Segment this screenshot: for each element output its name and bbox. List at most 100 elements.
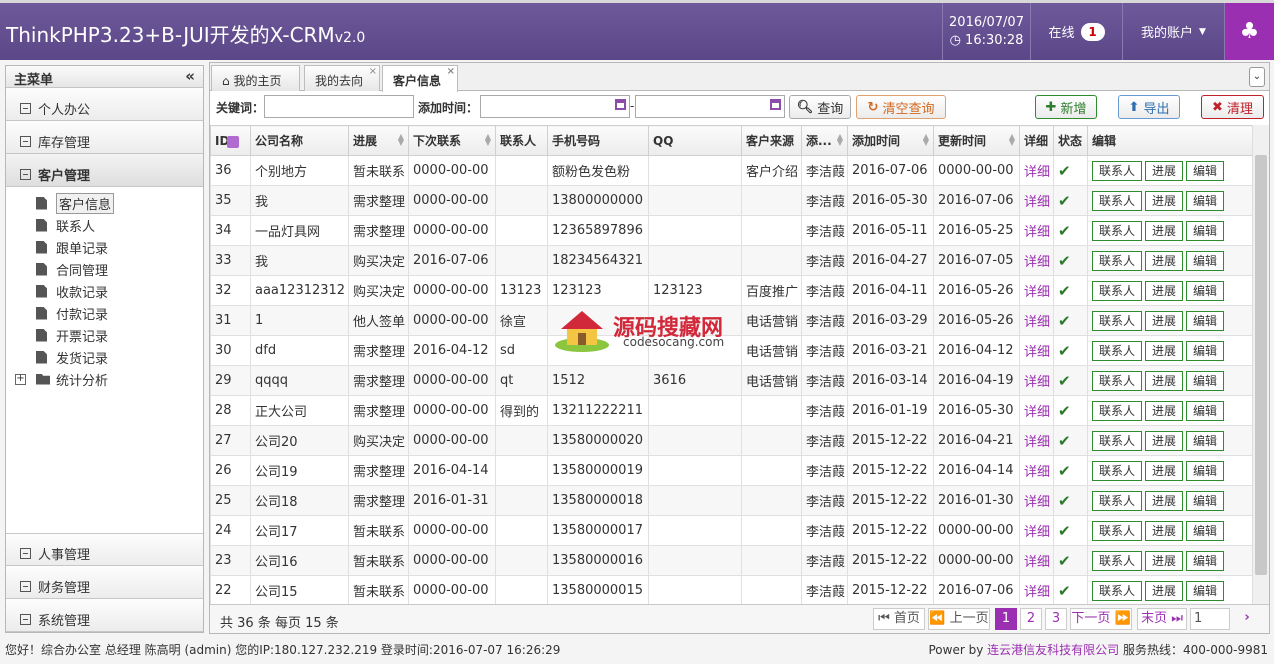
contact-button[interactable]: 联系人 [1092, 430, 1143, 451]
sort-icon[interactable]: ▲ ▼ [923, 133, 929, 147]
progress-button[interactable]: 进展 [1145, 190, 1184, 211]
col-source[interactable]: 客户来源 [741, 125, 802, 156]
edit-button[interactable]: 编辑 [1186, 190, 1225, 211]
calendar-icon[interactable] [770, 99, 781, 110]
col-next-contact[interactable]: 下次联系 ▲ ▼ [408, 125, 496, 156]
edit-button[interactable]: 编辑 [1186, 400, 1225, 421]
page-1-button[interactable]: 1 [995, 608, 1017, 630]
table-row[interactable]: 26 公司19 需求整理 2016-04-14 13580000019 李洁葭 2015-1… [210, 455, 1252, 486]
add-new-button[interactable]: ✚ 新增 [1035, 95, 1097, 119]
edit-button[interactable]: 编辑 [1186, 160, 1225, 181]
check-icon[interactable]: ✔ [1053, 275, 1088, 306]
check-icon[interactable]: ✔ [1053, 485, 1088, 516]
check-icon[interactable]: ✔ [1053, 395, 1088, 426]
col-update-time[interactable]: 更新时间 ▲ ▼ [933, 125, 1020, 156]
detail-link[interactable]: 详细 [1019, 545, 1054, 576]
scrollbar-thumb[interactable] [1255, 155, 1267, 575]
first-page-button[interactable]: ⏮ 首页 [873, 608, 925, 630]
check-icon[interactable]: ✔ [1053, 365, 1088, 396]
close-tab-icon[interactable]: × [447, 66, 455, 77]
detail-link[interactable]: 详细 [1019, 455, 1054, 486]
edit-button[interactable]: 编辑 [1186, 310, 1225, 331]
check-icon[interactable]: ✔ [1053, 305, 1088, 336]
sidebar-section-finance[interactable]: 财务管理 [6, 566, 203, 599]
table-row[interactable]: 32 aaa12312312 购买决定 0000-00-00 13123 123123 12… [210, 275, 1252, 306]
table-scrollbar[interactable] [1252, 125, 1269, 604]
tree-item-invoices[interactable]: 开票记录 [20, 324, 203, 346]
edit-button[interactable]: 编辑 [1186, 280, 1225, 301]
check-icon[interactable]: ✔ [1053, 455, 1088, 486]
progress-button[interactable]: 进展 [1145, 280, 1184, 301]
check-icon[interactable]: ✔ [1053, 575, 1088, 604]
online-users-button[interactable]: 在线 1 [1030, 3, 1122, 60]
sidebar-section-personal[interactable]: 个人办公 [6, 88, 203, 121]
expand-plus-icon[interactable]: + [15, 373, 26, 385]
contact-button[interactable]: 联系人 [1092, 370, 1143, 391]
sort-icon[interactable]: ▲ ▼ [1009, 133, 1015, 147]
detail-link[interactable]: 详细 [1019, 365, 1054, 396]
contact-button[interactable]: 联系人 [1092, 550, 1143, 571]
edit-button[interactable]: 编辑 [1186, 220, 1225, 241]
contact-button[interactable]: 联系人 [1092, 490, 1143, 511]
progress-button[interactable]: 进展 [1145, 490, 1184, 511]
contact-button[interactable]: 联系人 [1092, 400, 1143, 421]
sidebar-section-system[interactable]: 系统管理 [6, 599, 203, 632]
table-row[interactable]: 24 公司17 暂未联系 0000-00-00 13580000017 李洁葭 2015-1… [210, 515, 1252, 546]
edit-button[interactable]: 编辑 [1186, 520, 1225, 541]
detail-link[interactable]: 详细 [1019, 215, 1054, 246]
page-3-button[interactable]: 3 [1045, 608, 1067, 630]
check-icon[interactable]: ✔ [1053, 515, 1088, 546]
detail-link[interactable]: 详细 [1019, 485, 1054, 516]
table-row[interactable]: 36 个别地方 暂未联系 0000-00-00 额粉色发色粉 客户介绍 李洁葭 2016-07… [210, 155, 1252, 186]
tree-icon[interactable]: ♣ [1224, 3, 1274, 60]
tab-customer-info[interactable]: 客户信息 × [382, 65, 458, 92]
edit-button[interactable]: 编辑 [1186, 580, 1225, 601]
detail-link[interactable]: 详细 [1019, 395, 1054, 426]
table-row[interactable]: 35 我需求整理 0000-00-00 13800000000 李洁葭 2016-05-3… [210, 185, 1252, 216]
edit-button[interactable]: 编辑 [1186, 430, 1225, 451]
next-page-button[interactable]: 下一页 ⏩ [1070, 608, 1132, 630]
tree-item-customer-info[interactable]: 客户信息 [20, 192, 203, 214]
col-contact[interactable]: 联系人 [495, 125, 548, 156]
edit-button[interactable]: 编辑 [1186, 550, 1225, 571]
collapse-sidebar-icon[interactable]: « [185, 67, 195, 85]
contact-button[interactable]: 联系人 [1092, 310, 1143, 331]
progress-button[interactable]: 进展 [1145, 520, 1184, 541]
tab-whereabouts[interactable]: 我的去向 × [304, 65, 380, 91]
tabs-dropdown-icon[interactable]: ⌄ [1249, 67, 1265, 87]
col-id[interactable]: ID [210, 125, 251, 156]
sort-icon[interactable]: ▲ ▼ [837, 133, 843, 147]
detail-link[interactable]: 详细 [1019, 275, 1054, 306]
col-qq[interactable]: QQ [648, 125, 742, 156]
select-all-checkbox[interactable] [227, 136, 239, 148]
addtime-end-input[interactable] [635, 95, 785, 118]
export-button[interactable]: ⬆ 导出 [1118, 95, 1180, 119]
clear-query-button[interactable]: ↻ 清空查询 [856, 95, 946, 119]
table-row[interactable]: 30 dfd 需求整理 2016-04-12 sd 电话营销 李洁葭 2016-03-21 20… [210, 335, 1252, 366]
addtime-start-input[interactable] [480, 95, 630, 118]
progress-button[interactable]: 进展 [1145, 430, 1184, 451]
detail-link[interactable]: 详细 [1019, 245, 1054, 276]
detail-link[interactable]: 详细 [1019, 185, 1054, 216]
sidebar-section-inventory[interactable]: 库存管理 [6, 121, 203, 154]
contact-button[interactable]: 联系人 [1092, 160, 1143, 181]
sort-icon[interactable]: ▲ ▼ [398, 133, 404, 147]
tree-item-shipments[interactable]: 发货记录 [20, 346, 203, 368]
detail-link[interactable]: 详细 [1019, 335, 1054, 366]
clean-button[interactable]: ✖ 清理 [1201, 95, 1264, 119]
account-menu-button[interactable]: 我的账户 ▼ [1122, 3, 1224, 60]
progress-button[interactable]: 进展 [1145, 220, 1184, 241]
tree-item-payments[interactable]: 付款记录 [20, 302, 203, 324]
sort-icon[interactable]: ▲ ▼ [485, 133, 491, 147]
sidebar-section-customers[interactable]: 客户管理 [6, 154, 203, 187]
close-tab-icon[interactable]: × [369, 66, 377, 77]
table-row[interactable]: 23 公司16 暂未联系 0000-00-00 13580000016 李洁葭 2015-1… [210, 545, 1252, 576]
tree-item-contracts[interactable]: 合同管理 [20, 258, 203, 280]
detail-link[interactable]: 详细 [1019, 155, 1054, 186]
progress-button[interactable]: 进展 [1145, 160, 1184, 181]
keyword-input[interactable] [264, 95, 414, 118]
contact-button[interactable]: 联系人 [1092, 250, 1143, 271]
contact-button[interactable]: 联系人 [1092, 280, 1143, 301]
edit-button[interactable]: 编辑 [1186, 250, 1225, 271]
page-number-input[interactable]: 1 [1190, 608, 1230, 630]
